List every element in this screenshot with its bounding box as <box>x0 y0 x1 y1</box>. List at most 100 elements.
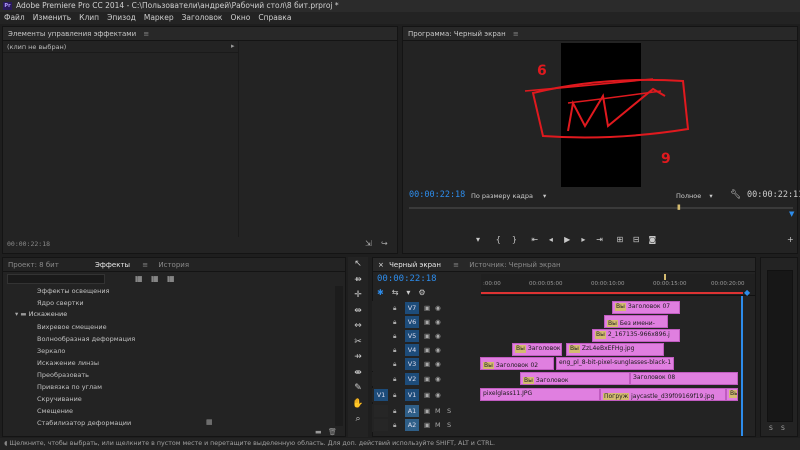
add-button-icon[interactable]: + <box>787 235 794 244</box>
track-target[interactable]: V5 <box>405 330 419 342</box>
program-timecode-left[interactable]: 00:00:22:18 <box>409 190 465 200</box>
fit-dropdown[interactable]: По размеру кадра ▾ <box>471 192 546 200</box>
close-icon[interactable]: × <box>378 258 384 272</box>
track-target[interactable]: A2 <box>405 419 419 431</box>
clip-image-v4[interactable]: Вы ZzL4eBxEFHg.jpg <box>566 343 664 356</box>
slip-tool-icon[interactable]: ⇸ <box>348 350 368 366</box>
source-patch[interactable]: V1 <box>374 389 388 401</box>
sync-lock-icon[interactable]: ▣ <box>424 329 430 343</box>
eye-icon[interactable]: ◉ <box>435 388 441 402</box>
source-patch[interactable] <box>374 419 388 431</box>
step-forward-icon[interactable]: ▸ <box>576 235 590 244</box>
eye-icon[interactable]: ◉ <box>435 343 441 357</box>
export-icon[interactable]: ↪ <box>381 239 388 248</box>
expand-arrow-icon[interactable]: ▸ <box>231 42 235 50</box>
lock-icon[interactable]: 🔒︎ <box>393 343 396 357</box>
menu-edit[interactable]: Изменить <box>29 12 75 24</box>
eye-icon[interactable]: ◉ <box>435 329 441 343</box>
clip-image-v5[interactable]: Вы 2_167135-966x896.j <box>592 329 680 342</box>
list-item[interactable]: Преобразовать <box>37 370 89 380</box>
lock-icon[interactable]: 🔒︎ <box>393 315 396 329</box>
sync-lock-icon[interactable]: ▣ <box>424 372 430 386</box>
menu-clip[interactable]: Клип <box>75 12 103 24</box>
tab-project[interactable]: Проект: 8 бит <box>8 258 59 272</box>
list-item[interactable]: Ядро свертки <box>37 298 84 308</box>
yuv-effects-icon[interactable]: ▦ <box>167 274 175 283</box>
hand-tool-icon[interactable]: ✋ <box>348 397 368 413</box>
track-target[interactable]: V1 <box>405 389 419 401</box>
timeline-ruler[interactable]: :00:00 00:00:05:00 00:00:10:00 00:00:15:… <box>481 274 755 297</box>
panel-menu-icon[interactable]: ≡ <box>513 30 519 38</box>
clip-title-v2[interactable]: Вы Заголовок <box>520 372 630 385</box>
eye-icon[interactable]: ◉ <box>435 372 441 386</box>
clip-title-v4[interactable]: Вы Заголовок <box>512 343 562 356</box>
razor-tool-icon[interactable]: ✂ <box>348 335 368 351</box>
rate-stretch-tool-icon[interactable]: ⇔ <box>348 319 368 335</box>
menu-window[interactable]: Окно <box>226 12 254 24</box>
track-target[interactable]: V3 <box>405 358 419 370</box>
sync-lock-icon[interactable]: ▣ <box>424 301 430 315</box>
panel-menu-icon[interactable]: ≡ <box>453 261 459 269</box>
solo-button[interactable]: S <box>447 418 451 432</box>
track-target[interactable]: V6 <box>405 316 419 328</box>
clip-transition[interactable]: Вы <box>726 388 738 401</box>
scrubber-track[interactable] <box>409 207 793 209</box>
lift-icon[interactable]: ⊞ <box>613 235 627 244</box>
snap-icon[interactable]: ✱ <box>377 288 392 297</box>
wrench-icon[interactable]: 🔧︎ <box>730 190 741 200</box>
play-button[interactable]: ▶ <box>560 235 574 244</box>
mute-button[interactable]: M <box>435 404 441 418</box>
effect-controls-tab[interactable]: Элементы управления эффектами ≡ <box>3 27 397 41</box>
list-item[interactable]: Эффекты освещения <box>37 286 109 296</box>
menu-file[interactable]: Файл <box>0 12 29 24</box>
eye-icon[interactable]: ◉ <box>435 315 441 329</box>
lock-icon[interactable]: 🔒︎ <box>393 388 396 402</box>
mute-button[interactable]: M <box>435 418 441 432</box>
clip-pixelglass[interactable]: pixelglass11.JPG <box>480 388 600 401</box>
filter-icon[interactable]: ⇲ <box>365 239 372 248</box>
track-target[interactable]: V2 <box>405 373 419 385</box>
tab-sequence[interactable]: Черный экран <box>389 258 441 272</box>
menu-help[interactable]: Справка <box>254 12 295 24</box>
audio-waveform-icon[interactable]: ▣ <box>424 418 430 432</box>
track-target[interactable]: A1 <box>405 405 419 417</box>
settings-wrench-icon[interactable]: ⚙ <box>418 288 433 297</box>
menu-title[interactable]: Заголовок <box>178 12 227 24</box>
clip-title-07[interactable]: Вы Заголовок 07 <box>612 301 680 314</box>
go-to-in-icon[interactable]: ⇤ <box>528 235 542 244</box>
solo-button[interactable]: S <box>447 404 451 418</box>
sync-lock-icon[interactable]: ▣ <box>424 343 430 357</box>
list-item[interactable]: Стабилизатор деформации <box>37 418 131 428</box>
list-item[interactable]: Зеркало <box>37 346 65 356</box>
eye-icon[interactable]: ◉ <box>435 301 441 315</box>
mark-in-icon[interactable]: { <box>491 235 505 244</box>
lock-icon[interactable]: 🔒︎ <box>393 372 396 386</box>
lock-icon[interactable]: 🔒︎ <box>393 357 396 371</box>
marker-icon[interactable]: ▾ <box>471 235 485 244</box>
playhead-icon[interactable]: ◆ <box>744 288 750 297</box>
export-frame-icon[interactable]: ◙ <box>645 235 659 244</box>
lock-icon[interactable]: 🔒︎ <box>393 301 396 315</box>
eye-icon[interactable]: ◉ <box>435 357 441 371</box>
panel-menu-icon[interactable]: ≡ <box>143 30 149 38</box>
clip-title-02[interactable]: Вы Заголовок 02 <box>480 357 554 370</box>
solo-button[interactable]: S <box>769 425 773 432</box>
sync-lock-icon[interactable]: ▣ <box>424 315 430 329</box>
step-back-icon[interactable]: ◂ <box>544 235 558 244</box>
source-patch[interactable] <box>374 405 388 417</box>
trash-icon[interactable]: 🗑︎ <box>328 428 337 436</box>
panel-menu-icon[interactable]: ≡ <box>142 261 148 269</box>
lock-icon[interactable]: 🔒︎ <box>393 404 396 418</box>
menu-sequence[interactable]: Эпизод <box>103 12 140 24</box>
slide-tool-icon[interactable]: ⇼ <box>348 366 368 382</box>
tab-source[interactable]: Источник: Черный экран <box>469 258 560 272</box>
accelerated-effects-icon[interactable]: ▦ <box>135 274 143 283</box>
clip-jaycastle[interactable]: Погруж jaycastle_d39f09169f19.jpg <box>600 388 726 401</box>
track-select-tool-icon[interactable]: ⇻ <box>348 273 368 289</box>
effects-search-input[interactable] <box>7 274 105 284</box>
32bit-effects-icon[interactable]: ▦ <box>151 274 159 283</box>
lock-icon[interactable]: 🔒︎ <box>393 329 396 343</box>
track-target[interactable]: V4 <box>405 344 419 356</box>
quality-dropdown[interactable]: Полное ▾ <box>676 192 713 200</box>
new-bin-icon[interactable]: ▬ <box>315 428 322 436</box>
